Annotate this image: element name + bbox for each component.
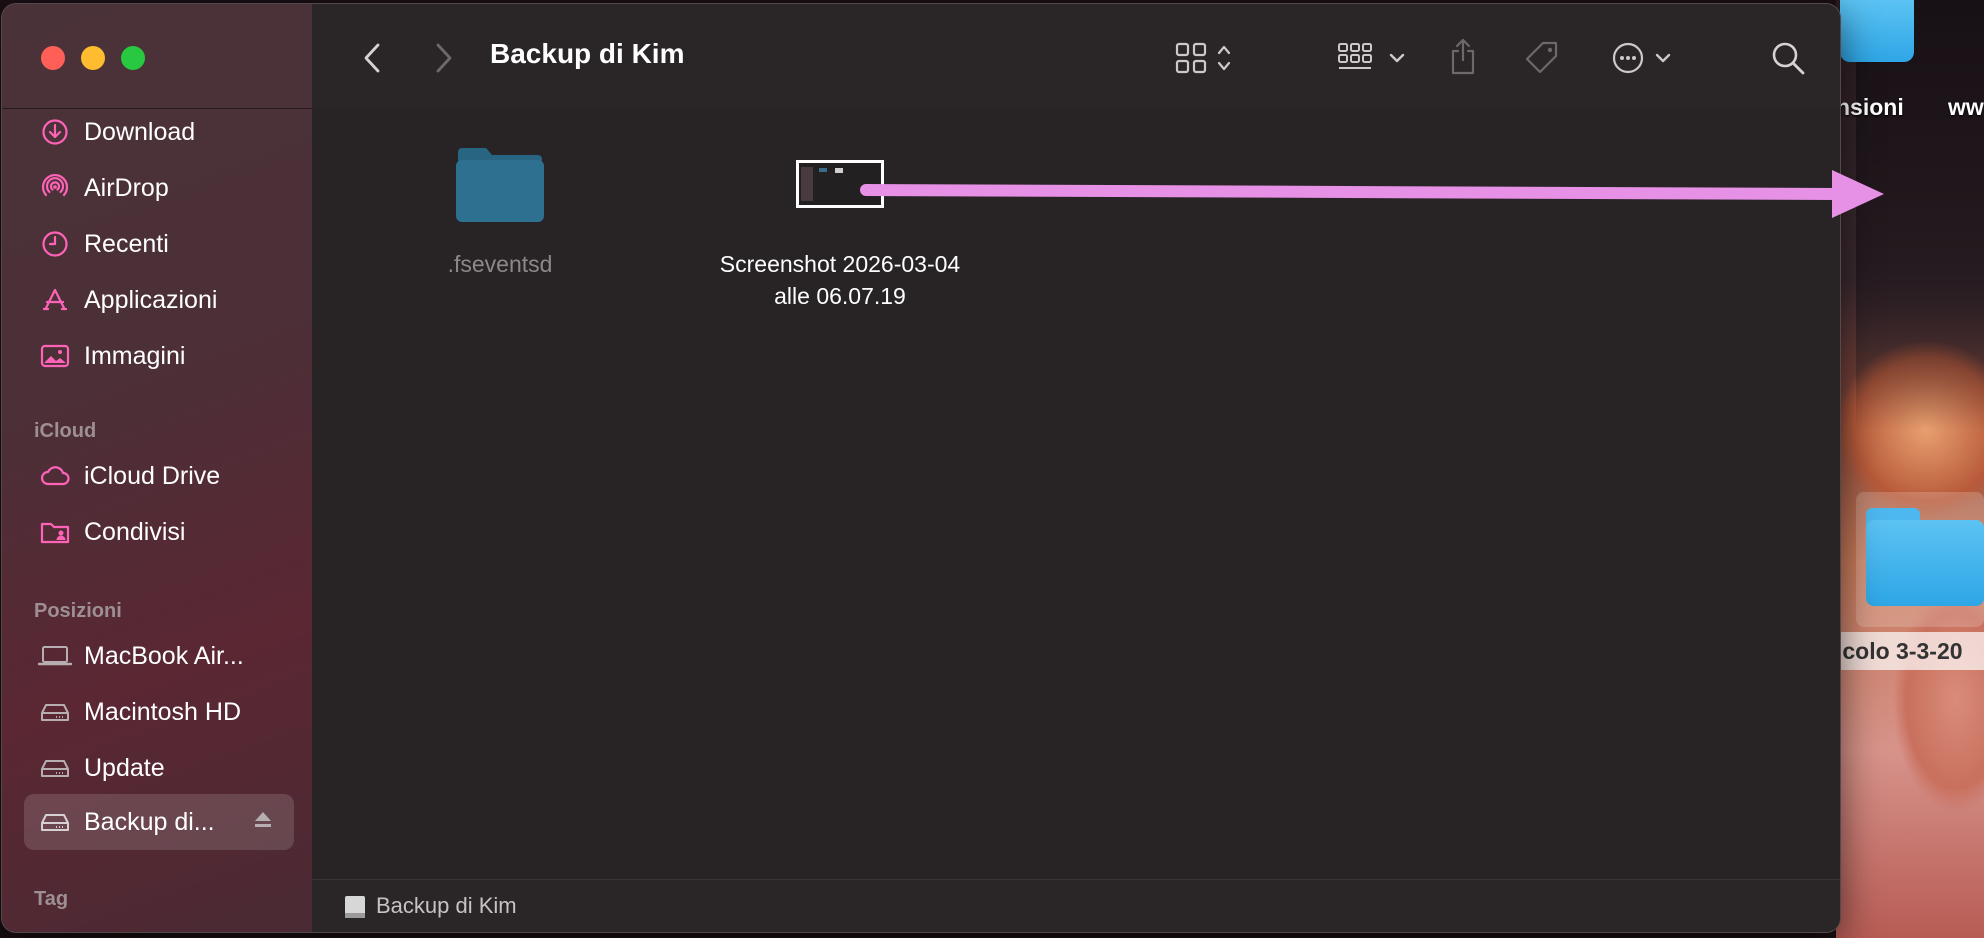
file-item-fseventsd[interactable] (454, 146, 546, 226)
cloud-icon (38, 459, 72, 493)
sidebar-item-label: AirDrop (84, 173, 169, 202)
file-name-line: Screenshot 2026-03-04 (719, 251, 961, 277)
shared-folder-icon (38, 515, 72, 549)
more-actions-button[interactable] (1610, 40, 1686, 76)
sidebar-section-tag[interactable]: Tag (34, 888, 68, 911)
toolbar: Backup di Kim (312, 4, 1840, 108)
tag-icon[interactable] (1522, 38, 1562, 78)
pictures-icon (38, 339, 72, 373)
sidebar-item-airdrop[interactable]: AirDrop (24, 162, 294, 214)
laptop-icon (38, 639, 72, 673)
sidebar-item-applicazioni[interactable]: Applicazioni (24, 274, 294, 326)
sidebar-item-download[interactable]: Download (24, 106, 294, 158)
drive-icon (38, 805, 72, 839)
sidebar-item-recenti[interactable]: Recenti (24, 218, 294, 270)
sidebar-item-label: Applicazioni (84, 285, 218, 314)
file-browser-content[interactable]: .fseventsd Screenshot 2026-03-04 alle 06… (312, 108, 1840, 880)
sidebar-item-update[interactable]: Update (24, 742, 294, 794)
path-bar: Backup di Kim (312, 879, 1840, 932)
file-name-fseventsd[interactable]: .fseventsd (432, 248, 568, 280)
file-name-screenshot[interactable]: Screenshot 2026-03-04 alle 06.07.19 (682, 248, 998, 312)
recents-clock-icon (38, 227, 72, 261)
zoom-window-button[interactable] (121, 46, 145, 70)
sidebar-item-icloud-drive[interactable]: iCloud Drive (24, 450, 294, 502)
screenshot-thumbnail-image (799, 163, 881, 205)
finder-window: Download AirDrop Recenti Applicazioni Im… (2, 4, 1840, 932)
sidebar-item-label: Macintosh HD (84, 697, 241, 726)
sidebar-section-posizioni[interactable]: Posizioni (34, 600, 122, 623)
view-mode-icon-grid-button[interactable] (1172, 40, 1242, 76)
sidebar-item-macintosh-hd[interactable]: Macintosh HD (24, 686, 294, 738)
sidebar-item-label: Download (84, 117, 196, 146)
folder-icon (456, 148, 544, 222)
download-icon (38, 115, 72, 149)
sidebar-item-label: Backup di... (84, 807, 215, 836)
sidebar-item-label: Condivisi (84, 517, 186, 546)
sidebar-item-label: Update (84, 753, 165, 782)
forward-button[interactable] (430, 38, 458, 78)
desktop-item-label[interactable]: nsioni (1836, 94, 1904, 121)
sidebar-item-label: Recenti (84, 229, 169, 258)
path-bar-label[interactable]: Backup di Kim (376, 893, 517, 919)
desktop-wallpaper (1836, 0, 1984, 938)
desktop-folder-caption[interactable]: icolo 3-3-20 (1836, 638, 1963, 665)
drive-icon (38, 695, 72, 729)
close-window-button[interactable] (41, 46, 65, 70)
sidebar-item-macbook-air[interactable]: MacBook Air... (24, 630, 294, 682)
desktop-folder[interactable] (1856, 492, 1984, 627)
drive-icon (342, 894, 368, 925)
sidebar-item-label: iCloud Drive (84, 461, 221, 490)
file-item-screenshot[interactable] (796, 160, 884, 208)
eject-icon[interactable] (252, 808, 274, 835)
sidebar: Download AirDrop Recenti Applicazioni Im… (2, 4, 313, 932)
drive-icon (38, 751, 72, 785)
sidebar-section-icloud[interactable]: iCloud (34, 420, 96, 443)
sidebar-item-label: MacBook Air... (84, 641, 244, 670)
minimize-window-button[interactable] (81, 46, 105, 70)
search-icon[interactable] (1768, 38, 1808, 78)
group-by-button[interactable] (1336, 40, 1412, 76)
desktop-folder-icon-partial[interactable] (1840, 0, 1914, 62)
sidebar-item-label: Immagini (84, 341, 186, 370)
airdrop-icon (38, 171, 72, 205)
share-icon[interactable] (1446, 36, 1480, 78)
back-button[interactable] (358, 38, 386, 78)
applications-icon (38, 283, 72, 317)
window-title: Backup di Kim (490, 38, 685, 69)
sidebar-item-backup-di-kim[interactable]: Backup di... (24, 794, 294, 850)
file-name-line: alle 06.07.19 (774, 283, 906, 309)
sidebar-item-immagini[interactable]: Immagini (24, 330, 294, 382)
desktop-item-label[interactable]: ww (1948, 94, 1984, 121)
sidebar-item-condivisi[interactable]: Condivisi (24, 506, 294, 558)
